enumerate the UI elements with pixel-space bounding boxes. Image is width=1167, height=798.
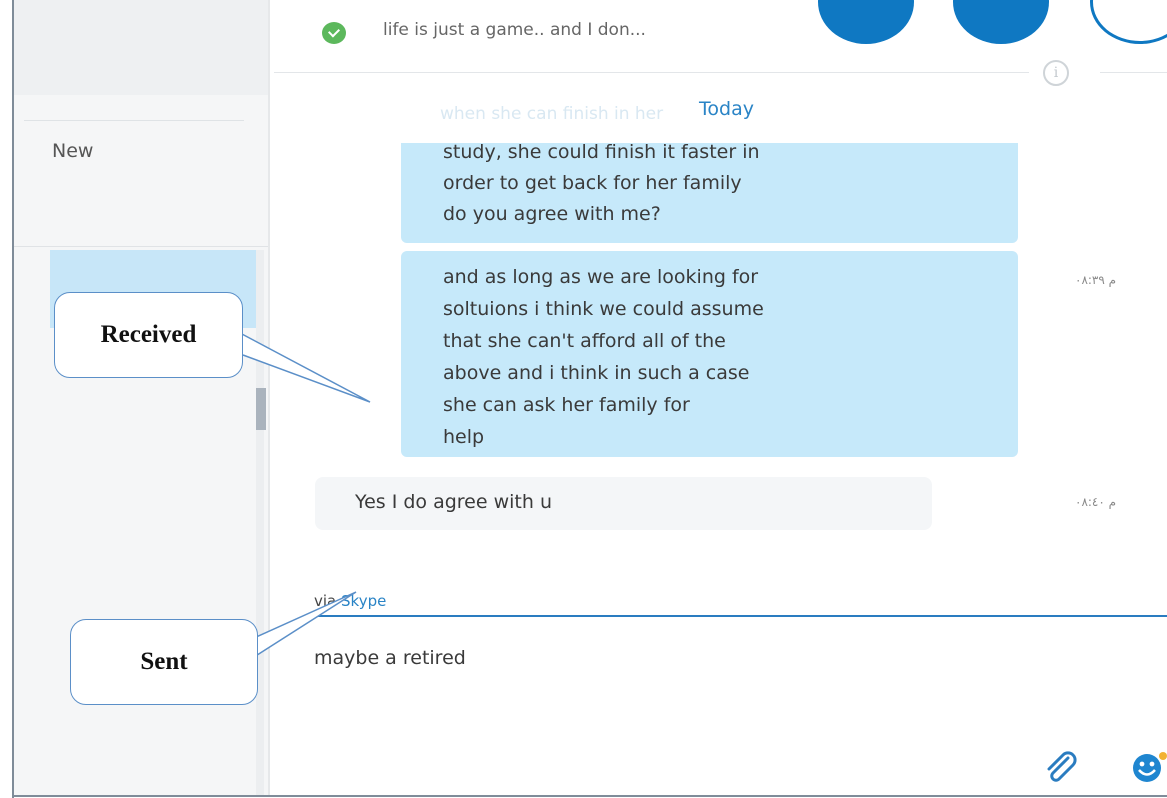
message-line: Yes I do agree with u [355,491,552,513]
received-message[interactable]: study, she could finish it faster in ord… [401,141,1018,243]
message-line: and as long as we are looking for [443,266,759,288]
sent-callout: Sent [70,619,258,705]
emoticon-icon[interactable] [1127,748,1167,784]
header-divider-right [1100,72,1167,73]
sidebar-edge [268,0,270,795]
message-line: study, she could finish it faster in [443,141,760,163]
message-line: soltuions i think we could assume [443,298,764,320]
message-line: help [443,426,485,448]
sidebar-divider [24,120,244,121]
video-call-button[interactable] [818,0,914,44]
header-divider [274,72,1029,73]
sidebar-separator [14,246,268,247]
paperclip-icon[interactable] [1040,748,1080,788]
via-skype-label: via Skype [314,592,386,610]
message-timestamp: م ٠٨:٣٩ [1075,273,1117,287]
via-prefix: via [314,592,337,610]
audio-call-button[interactable] [953,0,1049,44]
sidebar-header [14,0,268,95]
received-callout: Received [54,292,243,378]
message-timestamp: م ٠٨:٤٠ [1075,495,1117,509]
info-icon[interactable]: i [1043,60,1069,86]
faded-message-text: when she can finish in her [440,104,664,124]
sidebar-scrollbar-thumb[interactable] [256,388,266,430]
message-line: do you agree with me? [443,203,661,225]
sidebar-scrollbar[interactable] [256,250,264,795]
date-divider: Today [695,98,758,120]
message-line: above and i think in such a case [443,362,750,384]
received-message[interactable]: and as long as we are looking for soltui… [401,251,1018,457]
via-service-link[interactable]: Skype [341,592,386,610]
new-conversation-button[interactable]: New [52,140,93,162]
frame-border-bottom [12,795,1167,797]
message-line: order to get back for her family [443,172,742,194]
message-input[interactable]: maybe a retired [314,647,466,669]
message-line: that she can't afford all of the [443,330,726,352]
sent-message[interactable]: Yes I do agree with u [315,477,932,530]
mood-message: life is just a game.. and I don... [383,20,646,40]
composer-divider [314,615,1167,617]
checkmark-icon [322,22,346,44]
add-contact-button[interactable] [1090,0,1167,44]
message-line: she can ask her family for [443,394,690,416]
